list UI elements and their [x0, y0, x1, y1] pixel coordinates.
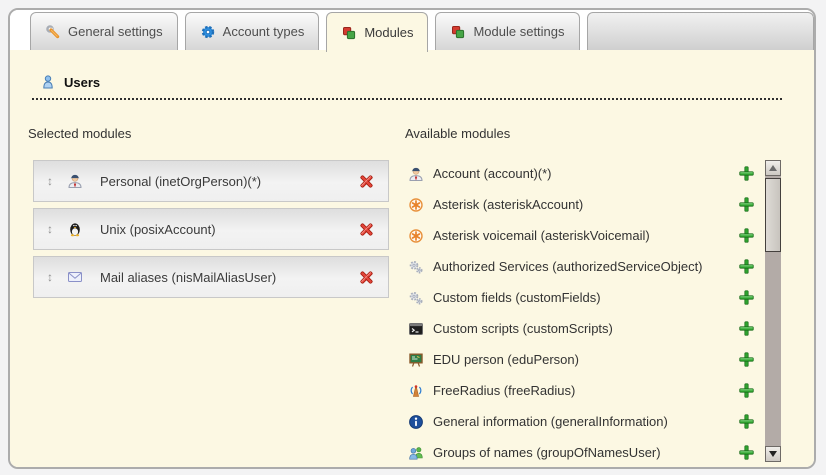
- groups-icon: [408, 445, 424, 461]
- tab-modules[interactable]: Modules: [326, 12, 428, 52]
- available-module-row: General information (generalInformation): [408, 406, 755, 437]
- users-section-header: Users: [32, 74, 782, 100]
- add-module-button[interactable]: [738, 258, 755, 275]
- scrollbar-thumb[interactable]: [765, 178, 781, 252]
- terminal-icon: [408, 321, 424, 337]
- available-module-row: FreeRadius (freeRadius): [408, 375, 755, 406]
- selected-module-row[interactable]: ↕ Mail aliases (nisMailAliasUser): [33, 256, 389, 298]
- drag-handle-icon[interactable]: ↕: [47, 175, 53, 187]
- person-icon: [408, 166, 424, 182]
- envelope-icon: [67, 269, 84, 286]
- tab-label: Modules: [364, 25, 413, 40]
- asterisk-icon: [408, 197, 424, 213]
- scroll-up-button[interactable]: [765, 160, 781, 176]
- add-module-button[interactable]: [738, 289, 755, 306]
- module-label: Custom scripts (customScripts): [433, 321, 613, 336]
- available-module-row: Custom scripts (customScripts): [408, 313, 755, 344]
- available-modules-label: Available modules: [405, 126, 510, 141]
- modules-blocks-icon: [450, 24, 466, 40]
- drag-handle-icon[interactable]: ↕: [47, 223, 53, 235]
- chalkboard-icon: [408, 352, 424, 368]
- available-module-row: Account (account)(*): [408, 158, 755, 189]
- add-module-button[interactable]: [738, 382, 755, 399]
- triangle-up-icon: [769, 165, 777, 171]
- modules-tab-content: Users Selected modules Available modules…: [10, 50, 814, 467]
- remove-module-button[interactable]: [358, 269, 375, 286]
- module-label: Unix (posixAccount): [100, 222, 216, 237]
- module-label: General information (generalInformation): [433, 414, 668, 429]
- add-module-button[interactable]: [738, 165, 755, 182]
- info-icon: [408, 414, 424, 430]
- drag-handle-icon[interactable]: ↕: [47, 271, 53, 283]
- config-window: General settings Account types Modules Modu…: [8, 8, 816, 469]
- module-label: Custom fields (customFields): [433, 290, 601, 305]
- selected-modules-list: ↕ Personal (inetOrgPerson)(*) ↕ Unix (posix…: [33, 160, 389, 304]
- module-label: Account (account)(*): [433, 166, 552, 181]
- asterisk-icon: [408, 228, 424, 244]
- available-module-row: Authorized Services (authorizedServiceOb…: [408, 251, 755, 282]
- tab-label: Account types: [223, 24, 305, 39]
- tab-label: General settings: [68, 24, 163, 39]
- tux-icon: [67, 221, 84, 238]
- gears-icon: [408, 259, 424, 275]
- add-module-button[interactable]: [738, 351, 755, 368]
- module-label: Asterisk voicemail (asteriskVoicemail): [433, 228, 650, 243]
- remove-module-button[interactable]: [358, 221, 375, 238]
- user-pawn-icon: [40, 74, 56, 90]
- available-module-row: EDU person (eduPerson): [408, 344, 755, 375]
- scroll-down-button[interactable]: [765, 446, 781, 462]
- selected-module-row[interactable]: ↕ Unix (posixAccount): [33, 208, 389, 250]
- gears-icon: [408, 290, 424, 306]
- available-modules-list: Account (account)(*) Asterisk (asteriskAc…: [408, 158, 755, 468]
- add-module-button[interactable]: [738, 196, 755, 213]
- module-label: Asterisk (asteriskAccount): [433, 197, 583, 212]
- person-icon: [67, 173, 84, 190]
- add-module-button[interactable]: [738, 413, 755, 430]
- module-label: Mail aliases (nisMailAliasUser): [100, 270, 276, 285]
- add-module-button[interactable]: [738, 227, 755, 244]
- add-module-button[interactable]: [738, 444, 755, 461]
- module-label: EDU person (eduPerson): [433, 352, 579, 367]
- available-module-row: Custom fields (customFields): [408, 282, 755, 313]
- tab-bar: General settings Account types Modules Modu…: [10, 10, 814, 50]
- module-label: Groups of names (groupOfNamesUser): [433, 445, 661, 460]
- tab-general-settings[interactable]: General settings: [30, 12, 178, 50]
- module-label: FreeRadius (freeRadius): [433, 383, 575, 398]
- wrench-icon: [45, 24, 61, 40]
- tab-strip-filler: [587, 12, 814, 50]
- add-module-button[interactable]: [738, 320, 755, 337]
- available-module-row: Asterisk voicemail (asteriskVoicemail): [408, 220, 755, 251]
- module-label: Authorized Services (authorizedServiceOb…: [433, 259, 703, 274]
- selected-modules-label: Selected modules: [28, 126, 131, 141]
- available-module-row: Asterisk (asteriskAccount): [408, 189, 755, 220]
- section-title: Users: [64, 75, 100, 90]
- available-module-row: Groups of names (groupOfNamesUser): [408, 437, 755, 468]
- triangle-down-icon: [769, 451, 777, 457]
- remove-module-button[interactable]: [358, 173, 375, 190]
- selected-module-row[interactable]: ↕ Personal (inetOrgPerson)(*): [33, 160, 389, 202]
- modules-blocks-icon: [341, 25, 357, 41]
- gear-icon: [200, 24, 216, 40]
- tab-account-types[interactable]: Account types: [185, 12, 320, 50]
- available-modules-scrollbar[interactable]: [765, 160, 781, 462]
- tab-module-settings[interactable]: Module settings: [435, 12, 579, 50]
- tab-label: Module settings: [473, 24, 564, 39]
- antenna-icon: [408, 383, 424, 399]
- module-label: Personal (inetOrgPerson)(*): [100, 174, 261, 189]
